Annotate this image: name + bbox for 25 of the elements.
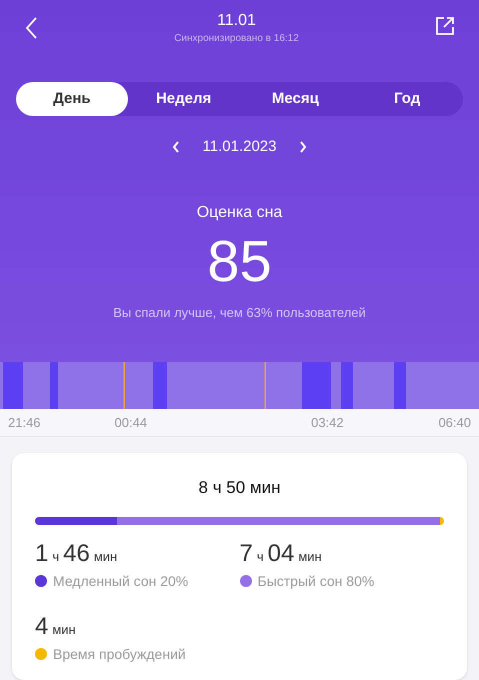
period-tab[interactable]: Год	[351, 82, 463, 116]
stage-label: Время пробуждений	[53, 644, 186, 664]
time-label: 06:40	[438, 414, 471, 432]
current-date: 11.01.2023	[202, 137, 276, 157]
stage-duration: 7 ч 04 мин	[240, 538, 323, 568]
period-tab[interactable]: Месяц	[240, 82, 352, 116]
stage-label: Быстрый сон 80%	[258, 572, 374, 591]
score-label: Оценка сна	[196, 202, 282, 222]
time-label: 03:42	[311, 414, 344, 432]
previous-icon[interactable]	[170, 140, 181, 154]
period-tab[interactable]: День	[16, 82, 128, 116]
share-icon[interactable]	[434, 16, 455, 36]
time-label: 00:44	[114, 414, 148, 432]
stage-duration: 4 мин	[35, 612, 77, 642]
period-tab[interactable]: Неделя	[128, 82, 240, 116]
sync-status: Синхронизировано в 16:12	[174, 32, 299, 46]
next-icon[interactable]	[298, 140, 308, 154]
sleep-score: 85	[207, 228, 272, 296]
time-label: 21:46	[8, 414, 41, 432]
stage-duration: 1 ч 46 мин	[35, 538, 118, 568]
comparison-text: Вы спали лучше, чем 63% пользователей	[113, 304, 366, 322]
total-duration: 8 ч 50 мин	[198, 477, 282, 499]
stage-label: Медленный сон 20%	[53, 572, 188, 591]
header-title: 11.01	[217, 12, 256, 30]
back-icon[interactable]	[24, 16, 38, 40]
